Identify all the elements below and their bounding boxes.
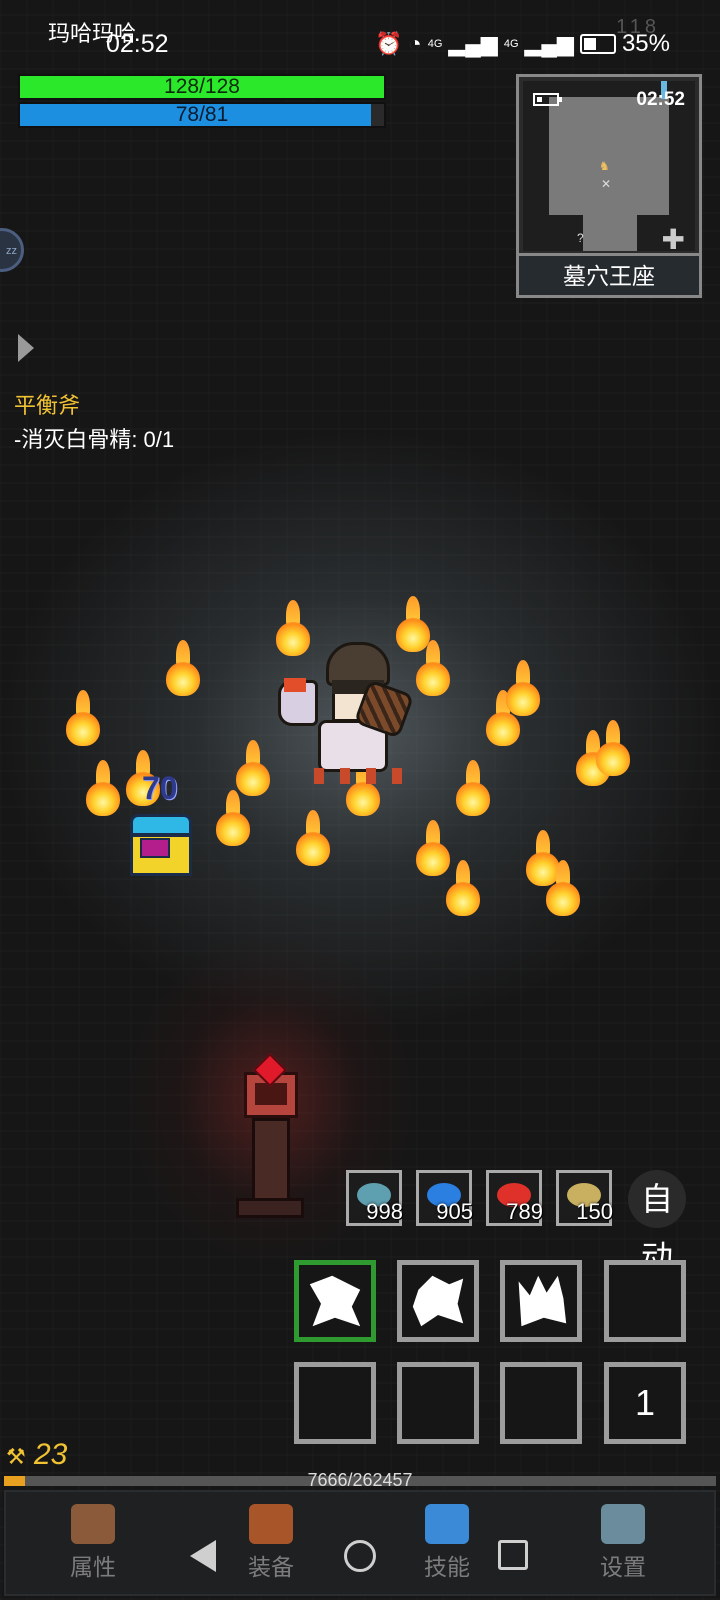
red-gem-pillar[interactable]: [236, 1053, 304, 1218]
potion-slot-scroll[interactable]: 150: [556, 1170, 613, 1226]
mp-text: 78/81: [175, 103, 229, 126]
nav-label: 属性: [70, 1554, 116, 1580]
chest-mouth: [140, 838, 170, 858]
signal-icon: ▂▄▆: [448, 31, 498, 56]
fire-effect: [160, 640, 206, 696]
fire-effect: [500, 660, 546, 716]
area-name: 墓穴王座: [519, 253, 699, 295]
minimap-corridor: [583, 211, 637, 251]
horse-mane: [284, 678, 306, 692]
potion-slot-red[interactable]: 789: [486, 1170, 543, 1226]
minimap[interactable]: 02:52 ♞ ✕ ? ✚ 墓穴王座: [516, 74, 702, 298]
quest-title[interactable]: 平衡斧: [14, 388, 80, 420]
home-icon[interactable]: [344, 1540, 376, 1572]
skill-slot-6[interactable]: [397, 1362, 479, 1444]
battery-icon: [579, 34, 616, 54]
dash-skill-icon: [309, 1275, 361, 1327]
potion-count: 789: [506, 1199, 543, 1224]
hero-on-horse-sprite: [278, 640, 418, 790]
fire-effect: [450, 760, 496, 816]
status-icons: ⏰ ◔ 4G ▂▄▆ 4G ▂▄▆ 35%: [375, 30, 670, 58]
net-label-1: 4G: [427, 38, 443, 50]
minimap-unknown-icon: ?: [577, 231, 584, 245]
level-icon: ⚒: [6, 1444, 26, 1469]
potion-slot-fish[interactable]: 998: [346, 1170, 403, 1226]
wifi-icon: ◔: [408, 31, 422, 56]
skill-slot-7[interactable]: [500, 1362, 582, 1444]
fire-effect: [230, 740, 276, 796]
auto-button[interactable]: 自动: [628, 1170, 686, 1275]
minimap-enemy-icon: ✕: [601, 177, 612, 191]
status-time: 02:52: [106, 30, 169, 58]
skill-slot-3[interactable]: [500, 1260, 582, 1342]
signal-icon-2: ▂▄▆: [524, 31, 574, 56]
chest-lid: [130, 814, 192, 836]
gear-icon: [601, 1504, 645, 1544]
nav-equipment[interactable]: 装备: [226, 1504, 316, 1582]
level-number: 23: [34, 1438, 68, 1471]
recents-icon[interactable]: [498, 1540, 528, 1570]
nav-label: 技能: [424, 1554, 470, 1580]
potion-slot-blue[interactable]: 905: [416, 1170, 473, 1226]
mp-bar: 78/81: [18, 102, 386, 128]
expand-arrow-icon[interactable]: [18, 334, 34, 362]
fire-effect: [440, 860, 486, 916]
pillar-base: [236, 1198, 304, 1218]
nav-skills[interactable]: 技能: [402, 1504, 492, 1582]
skill-slot-2[interactable]: [397, 1260, 479, 1342]
mimic-chest-enemy[interactable]: [130, 814, 192, 878]
hp-bar: 128/128: [18, 74, 386, 100]
skill-slot-number: 1: [634, 1382, 656, 1423]
minimap-view: 02:52 ♞ ✕ ? ✚: [523, 81, 695, 251]
exp-text: 7666/262457: [307, 1470, 413, 1490]
pillar-shaft: [252, 1118, 290, 1206]
nav-label: 设置: [600, 1554, 646, 1580]
skill-slot-8[interactable]: 1: [604, 1362, 686, 1444]
hp-text: 128/128: [164, 75, 240, 98]
fire-effect: [590, 720, 636, 776]
fire-effect: [210, 790, 256, 846]
battery-percent: 35%: [621, 30, 670, 57]
nav-attributes[interactable]: 属性: [48, 1504, 138, 1582]
minimap-player-icon: ♞: [599, 159, 610, 173]
net-label-2: 4G: [503, 38, 519, 50]
fire-effect: [540, 860, 586, 916]
potion-count: 150: [576, 1199, 613, 1224]
fire-effect: [60, 690, 106, 746]
whirl-skill-icon: [412, 1275, 464, 1327]
quest-objective: -消灭白骨精: 0/1: [14, 427, 175, 452]
skill-gem-icon: [425, 1504, 469, 1544]
minimap-room: [549, 97, 669, 215]
horse-legs: [314, 768, 404, 784]
plus-icon[interactable]: ✚: [662, 226, 685, 252]
skill-slot-1[interactable]: [294, 1260, 376, 1342]
bag-icon: [249, 1504, 293, 1544]
alarm-icon: ⏰: [375, 31, 403, 56]
fire-effect: [290, 810, 336, 866]
nav-settings[interactable]: 设置: [578, 1504, 668, 1582]
minimap-battery-icon: [533, 93, 562, 106]
potion-count: 905: [436, 1199, 473, 1224]
skill-slot-4[interactable]: [604, 1260, 686, 1342]
nav-label: 装备: [248, 1554, 294, 1580]
damage-number: 70: [142, 770, 178, 806]
minimap-time: 02:52: [636, 89, 685, 110]
back-icon[interactable]: [190, 1540, 216, 1572]
skill-slot-5[interactable]: [294, 1362, 376, 1444]
potion-count: 998: [366, 1199, 403, 1224]
helmet-icon: [71, 1504, 115, 1544]
slash-skill-icon: [518, 1275, 567, 1327]
